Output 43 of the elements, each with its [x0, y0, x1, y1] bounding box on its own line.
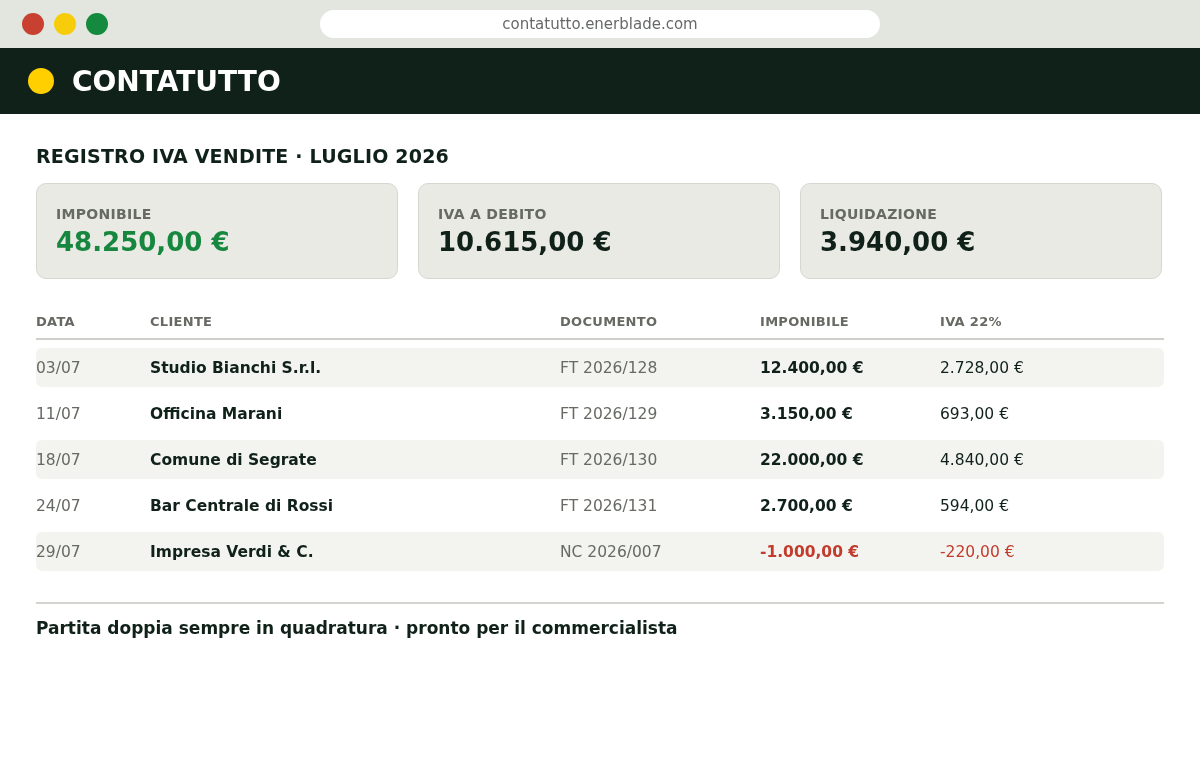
page-title: REGISTRO IVA VENDITE · LUGLIO 2026 — [36, 144, 450, 168]
card-value: 48.250,00 € — [56, 227, 231, 257]
table-cell: 2.728,00 € — [940, 359, 1024, 377]
logo-dot-icon — [28, 68, 54, 94]
table-cell: 2.700,00 € — [760, 497, 853, 515]
table-cell: Officina Marani — [150, 405, 283, 423]
table-cell: 4.840,00 € — [940, 451, 1024, 469]
table-cell: Impresa Verdi & C. — [150, 543, 314, 561]
card-label: IMPONIBILE — [56, 206, 153, 222]
table-cell: -1.000,00 € — [760, 543, 860, 561]
table-cell: 12.400,00 € — [760, 359, 864, 377]
footer-text: Partita doppia sempre in quadratura · pronto per il commercialista — [36, 618, 679, 638]
card-value: 3.940,00 € — [820, 227, 977, 257]
window-close-icon[interactable] — [22, 13, 44, 35]
table-cell: Bar Centrale di Rossi — [150, 497, 334, 515]
table-cell: 24/07 — [36, 497, 81, 515]
table-cell: -220,00 € — [940, 543, 1015, 561]
card-label: IVA A DEBITO — [438, 206, 548, 222]
table-cell: FT 2026/130 — [560, 451, 658, 469]
table-cell: Comune di Segrate — [150, 451, 317, 469]
window-maximize-icon[interactable] — [86, 13, 108, 35]
table-cell: FT 2026/129 — [560, 405, 658, 423]
table-cell: FT 2026/128 — [560, 359, 658, 377]
table-cell: 29/07 — [36, 543, 81, 561]
table-cell: 22.000,00 € — [760, 451, 864, 469]
card-label: LIQUIDAZIONE — [820, 206, 939, 222]
table-cell: 03/07 — [36, 359, 81, 377]
column-header: IMPONIBILE — [760, 313, 850, 329]
table-cell: Studio Bianchi S.r.l. — [150, 359, 322, 377]
table-cell: 11/07 — [36, 405, 81, 423]
table-cell: NC 2026/007 — [560, 543, 662, 561]
card-value: 10.615,00 € — [438, 227, 613, 257]
table-cell: 3.150,00 € — [760, 405, 853, 423]
table-cell: 18/07 — [36, 451, 81, 469]
column-header: DATA — [36, 313, 76, 329]
table-cell: 693,00 € — [940, 405, 1010, 423]
table-cell: FT 2026/131 — [560, 497, 658, 515]
app-title: CONTATUTTO — [72, 64, 281, 98]
column-header: CLIENTE — [150, 313, 214, 329]
address-bar[interactable]: contatutto.enerblade.com — [320, 10, 880, 38]
column-header: IVA 22% — [940, 313, 1003, 329]
table-cell: 594,00 € — [940, 497, 1010, 515]
column-header: DOCUMENTO — [560, 313, 659, 329]
